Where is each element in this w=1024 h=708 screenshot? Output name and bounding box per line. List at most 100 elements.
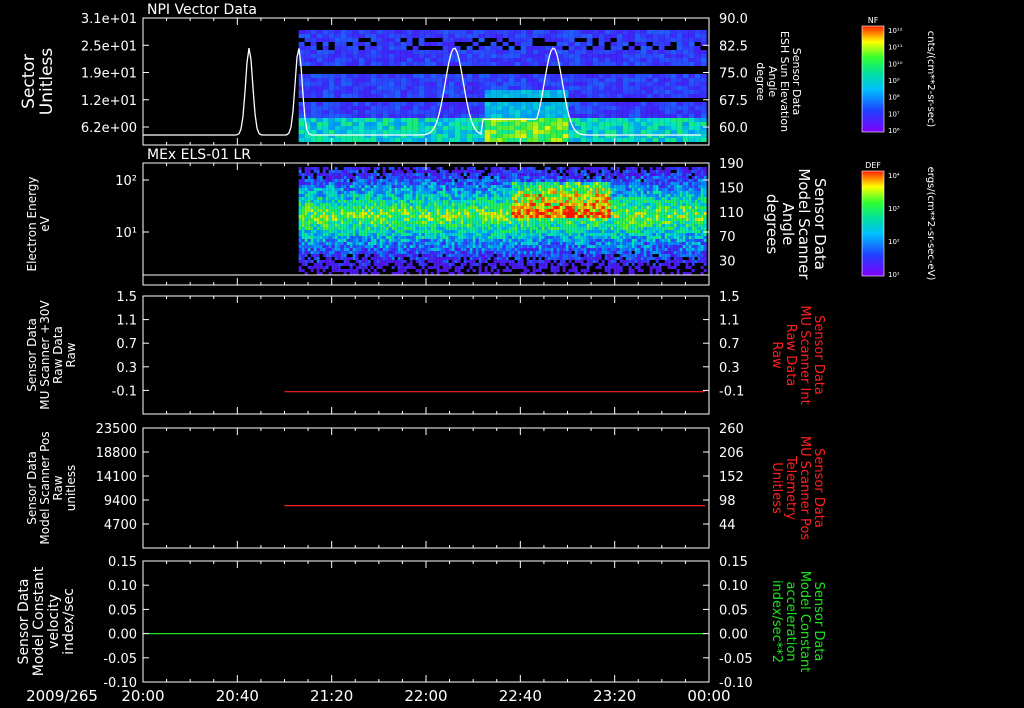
spectrogram-cell <box>457 230 461 233</box>
y2-tick-label: 82.5 <box>719 39 748 54</box>
spectrogram-cell <box>502 90 509 94</box>
spectrogram-cell <box>412 200 416 203</box>
spectrogram-cell <box>322 242 326 245</box>
spectrogram-cell <box>562 224 566 227</box>
spectrogram-cell <box>364 182 368 185</box>
spectrogram-cell <box>484 248 488 251</box>
spectrogram-cell <box>322 191 326 194</box>
spectrogram-cell <box>553 218 557 221</box>
spectrogram-cell <box>340 50 347 54</box>
spectrogram-cell <box>466 224 470 227</box>
spectrogram-cell <box>466 251 470 254</box>
spectrogram-cell <box>373 185 377 188</box>
spectrogram-cell <box>394 185 398 188</box>
spectrogram-cell <box>541 185 545 188</box>
spectrogram-cell <box>547 206 551 209</box>
spectrogram-cell <box>313 191 317 194</box>
spectrogram-cell <box>346 224 350 227</box>
spectrogram-cell <box>448 134 455 138</box>
spectrogram-cell <box>316 130 323 134</box>
spectrogram-cell <box>541 179 545 182</box>
spectrogram-cell <box>628 138 635 142</box>
spectrogram-cell <box>298 167 302 170</box>
spectrogram-cell <box>520 94 527 98</box>
spectrogram-cell <box>403 224 407 227</box>
spectrogram-cell <box>442 34 449 38</box>
spectrogram-cell <box>652 46 659 50</box>
spectrogram-cell <box>538 42 545 46</box>
spectrogram-cell <box>388 58 395 62</box>
spectrogram-cell <box>346 221 350 224</box>
spectrogram-cell <box>550 98 557 102</box>
spectrogram-cell <box>574 74 581 78</box>
spectrogram-cell <box>436 74 443 78</box>
spectrogram-cell <box>457 251 461 254</box>
spectrogram-cell <box>634 138 641 142</box>
spectrogram-cell <box>388 82 395 86</box>
spectrogram-cell <box>388 30 395 34</box>
spectrogram-cell <box>514 185 518 188</box>
spectrogram-cell <box>385 176 389 179</box>
spectrogram-cell <box>568 54 575 58</box>
spectrogram-cell <box>505 188 509 191</box>
spectrogram-cell <box>616 130 623 134</box>
spectrogram-cell <box>448 70 455 74</box>
spectrogram-cell <box>310 176 314 179</box>
spectrogram-cell <box>487 248 491 251</box>
spectrogram-cell <box>496 170 500 173</box>
spectrogram-cell <box>346 46 353 50</box>
spectrogram-cell <box>346 269 350 272</box>
spectrogram-cell <box>469 194 473 197</box>
spectrogram-cell <box>502 134 509 138</box>
spectrogram-cell <box>523 194 527 197</box>
spectrogram-cell <box>301 227 305 230</box>
spectrogram-cell <box>421 257 425 260</box>
spectrogram-cell <box>475 191 479 194</box>
spectrogram-cell <box>466 176 470 179</box>
spectrogram-cell <box>565 236 569 239</box>
spectrogram-cell <box>307 227 311 230</box>
spectrogram-cell <box>406 34 413 38</box>
spectrogram-cell <box>556 227 560 230</box>
spectrogram-cell <box>547 191 551 194</box>
spectrogram-cell <box>514 218 518 221</box>
spectrogram-cell <box>406 203 410 206</box>
spectrogram-cell <box>298 236 302 239</box>
spectrogram-cell <box>580 94 587 98</box>
spectrogram-cell <box>364 176 368 179</box>
spectrogram-cell <box>688 122 695 126</box>
spectrogram-cell <box>445 176 449 179</box>
spectrogram-cell <box>421 182 425 185</box>
spectrogram-cell <box>385 257 389 260</box>
spectrogram-cell <box>568 50 575 54</box>
spectrogram-cell <box>544 209 548 212</box>
spectrogram-cell <box>316 78 323 82</box>
spectrogram-cell <box>304 227 308 230</box>
spectrogram-cell <box>529 203 533 206</box>
spectrogram-cell <box>319 212 323 215</box>
spectrogram-cell <box>469 218 473 221</box>
spectrogram-cell <box>610 122 617 126</box>
spectrogram-cell <box>646 138 653 142</box>
spectrogram-cell <box>517 266 521 269</box>
spectrogram-cell <box>406 114 413 118</box>
spectrogram-cell <box>388 209 392 212</box>
spectrogram-cell <box>424 66 431 70</box>
spectrogram-cell <box>511 242 515 245</box>
spectrogram-cell <box>451 233 455 236</box>
spectrogram-cell <box>544 203 548 206</box>
spectrogram-cell <box>496 206 500 209</box>
spectrogram-cell <box>592 106 599 110</box>
spectrogram-cell <box>406 266 410 269</box>
spectrogram-cell <box>484 78 491 82</box>
spectrogram-cell <box>400 224 404 227</box>
spectrogram-cell <box>550 227 554 230</box>
spectrogram-cell <box>364 179 368 182</box>
spectrogram-cell <box>346 188 350 191</box>
spectrogram-cell <box>502 176 506 179</box>
spectrogram-cell <box>652 42 659 46</box>
spectrogram-cell <box>532 78 539 82</box>
spectrogram-cell <box>499 173 503 176</box>
spectrogram-cell <box>322 254 326 257</box>
spectrogram-cell <box>463 182 467 185</box>
